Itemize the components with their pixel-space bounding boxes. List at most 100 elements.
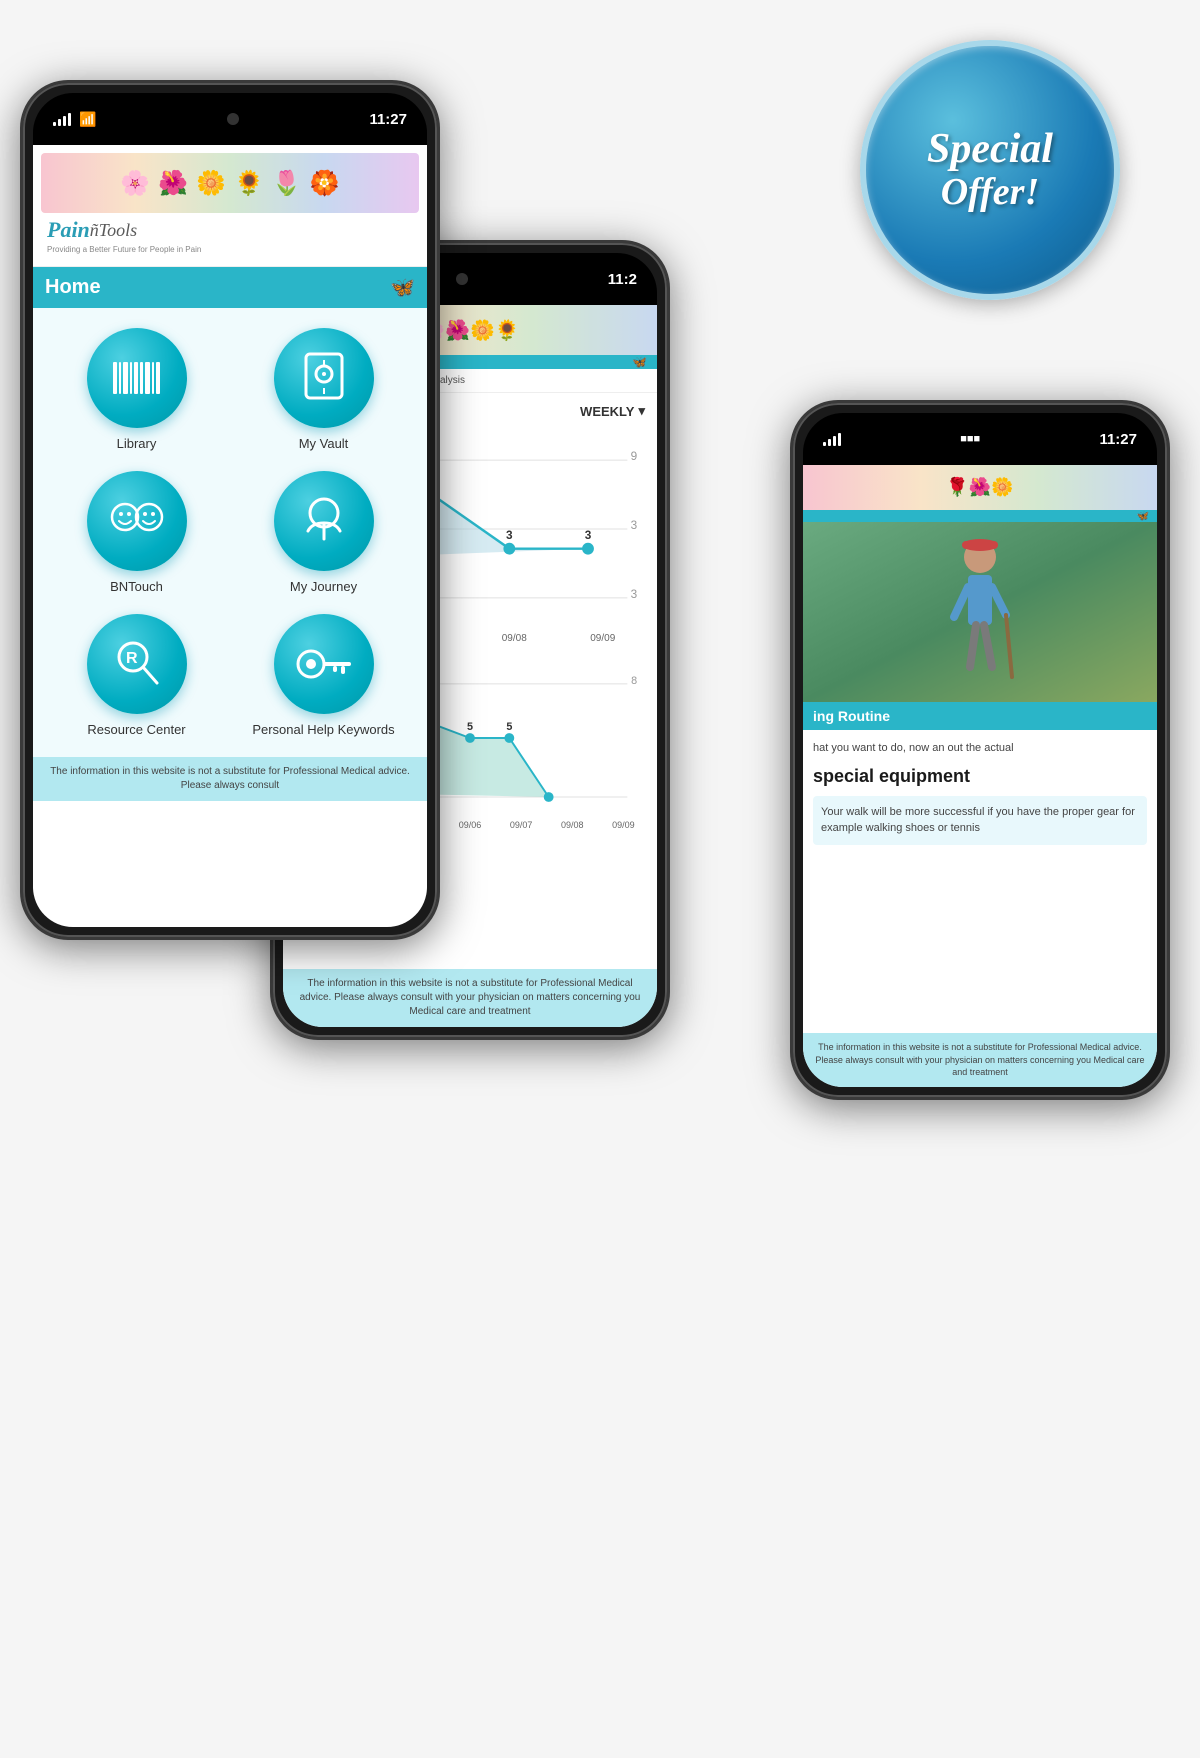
svg-text:3: 3 — [631, 518, 638, 532]
time-right: 11:27 — [1099, 431, 1137, 448]
bar5 — [134, 362, 138, 394]
article-body2-box: Your walk will be more successful if you… — [813, 796, 1147, 845]
scene: Special Offer! 📶 — [0, 0, 1200, 1758]
head-svg — [298, 495, 350, 547]
magnify-svg: R — [111, 637, 163, 691]
rflower-3: 🌼 — [991, 477, 1013, 498]
camera-dot-middle — [456, 273, 468, 285]
right-flower-header: 🌹 🌺 🌼 — [803, 465, 1157, 510]
phone-screen-left: 🌸 🌺 🌼 🌻 🌷 🏵️ Pain ñTools — [33, 145, 427, 927]
special-offer-text: Special Offer! — [927, 126, 1053, 214]
left-footer-text: The information in this website is not a… — [50, 766, 410, 791]
flower-2: 🌺 — [158, 169, 188, 198]
signal-bar-4 — [68, 113, 71, 126]
phone-frame-inner-left: 📶 11:27 🌸 🌺 🌼 🌻 — [33, 93, 427, 927]
keywords-label: Personal Help Keywords — [252, 722, 394, 737]
vault-svg — [300, 352, 348, 404]
bar4 — [130, 362, 132, 394]
chevron-down-icon: ▾ — [638, 403, 645, 419]
flower-6: 🏵️ — [310, 169, 340, 198]
lpoint-7 — [544, 792, 554, 802]
svg-text:9: 9 — [631, 449, 638, 463]
resource-label: Resource Center — [87, 722, 185, 737]
ldate-7: 09/09 — [612, 820, 635, 830]
signal-bar-3 — [63, 116, 66, 126]
journey-icon-item[interactable]: My Journey — [240, 471, 407, 594]
bar8 — [152, 362, 154, 394]
svg-text:8: 8 — [631, 675, 637, 687]
signal-bar-2 — [58, 119, 61, 126]
flower-m2: 🌺 — [445, 318, 470, 343]
bntouch-label: BNTouch — [110, 579, 163, 594]
key-svg — [295, 644, 353, 684]
svg-text:R: R — [126, 650, 138, 667]
keywords-icon-circle — [274, 614, 374, 714]
bar1 — [113, 362, 117, 394]
article-content: hat you want to do, now an out the actua… — [803, 730, 1157, 861]
signal-area-right — [823, 432, 841, 446]
article-text-1: hat you want to do, now an out the actua… — [813, 740, 1147, 757]
keywords-icon-item[interactable]: Personal Help Keywords — [240, 614, 407, 737]
phone-right: ■■■ 11:27 🌹 🌺 🌼 🦋 — [790, 400, 1170, 1100]
middle-footer-text: The information in this website is not a… — [300, 978, 641, 1017]
article-image — [803, 522, 1157, 702]
special-offer-line1: Special — [927, 126, 1053, 172]
person-svg — [940, 537, 1020, 687]
special-offer-badge[interactable]: Special Offer! — [860, 40, 1120, 300]
journey-label: My Journey — [290, 579, 357, 594]
barcode-icon — [113, 362, 160, 394]
rflower-1: 🌹 — [946, 477, 968, 498]
camera-dot — [227, 113, 239, 125]
phone-screen-right: 🌹 🌺 🌼 🦋 — [803, 465, 1157, 1087]
bar3 — [123, 362, 128, 394]
phone-left: 📶 11:27 🌸 🌺 🌼 🌻 — [20, 80, 440, 940]
svg-text:5: 5 — [467, 721, 473, 733]
bntouch-icon-item[interactable]: BNTouch — [53, 471, 220, 594]
signal-bars-right — [823, 432, 841, 446]
phone-frame-left: 📶 11:27 🌸 🌺 🌼 🌻 — [20, 80, 440, 940]
vault-icon-circle — [274, 328, 374, 428]
app-header: 🌸 🌺 🌼 🌻 🌷 🏵️ Pain ñTools — [33, 145, 427, 267]
dragonfly-icon: 🦋 — [390, 275, 415, 300]
vault-icon-item[interactable]: My Vault — [240, 328, 407, 451]
ldate-4: 09/06 — [459, 820, 482, 830]
point-4 — [582, 543, 594, 555]
flower-4: 🌻 — [234, 169, 264, 198]
teal-bar-right: 🦋 — [803, 510, 1157, 522]
dragonfly-right: 🦋 — [1137, 511, 1149, 522]
wifi-icon: 📶 — [79, 111, 96, 128]
article-header: ing Routine — [803, 702, 1157, 730]
special-equipment-title: special equipment — [813, 765, 1147, 788]
right-footer: The information in this website is not a… — [803, 1033, 1157, 1087]
bar9 — [156, 362, 160, 394]
signal-bar-1 — [53, 122, 56, 126]
vault-label: My Vault — [299, 436, 349, 451]
flower-3: 🌼 — [196, 169, 226, 198]
faces-svg — [109, 501, 165, 541]
status-bar-right: ■■■ 11:27 — [803, 413, 1157, 465]
rsig-4 — [838, 433, 841, 446]
battery-text: ■■■ — [960, 433, 980, 445]
bar2 — [119, 362, 121, 394]
signal-bars — [53, 112, 71, 126]
flower-header: 🌸 🌺 🌼 🌻 🌷 🏵️ — [41, 153, 419, 213]
ldate-6: 09/08 — [561, 820, 584, 830]
lpoint-5 — [465, 733, 475, 743]
rflower-2: 🌺 — [969, 477, 991, 498]
resource-icon-circle: R — [87, 614, 187, 714]
library-icon-item[interactable]: Library — [53, 328, 220, 451]
rsig-1 — [823, 442, 826, 446]
library-icon-circle — [87, 328, 187, 428]
special-equipment-text: special equipment — [813, 766, 970, 786]
nav-bar: Home 🦋 — [33, 267, 427, 308]
flower-5: 🌷 — [272, 169, 302, 198]
nav-title: Home — [45, 276, 101, 299]
svg-text:3: 3 — [506, 528, 513, 542]
resource-icon-item[interactable]: R Resource Center — [53, 614, 220, 737]
middle-footer: The information in this website is not a… — [283, 969, 657, 1027]
signal-area: 📶 — [53, 111, 96, 128]
logo-text-row: Pain ñTools — [41, 213, 419, 245]
app-grid: Library — [33, 308, 427, 757]
right-footer-text: The information in this website is not a… — [815, 1042, 1144, 1077]
weekly-selector[interactable]: WEEKLY ▾ — [580, 403, 645, 419]
